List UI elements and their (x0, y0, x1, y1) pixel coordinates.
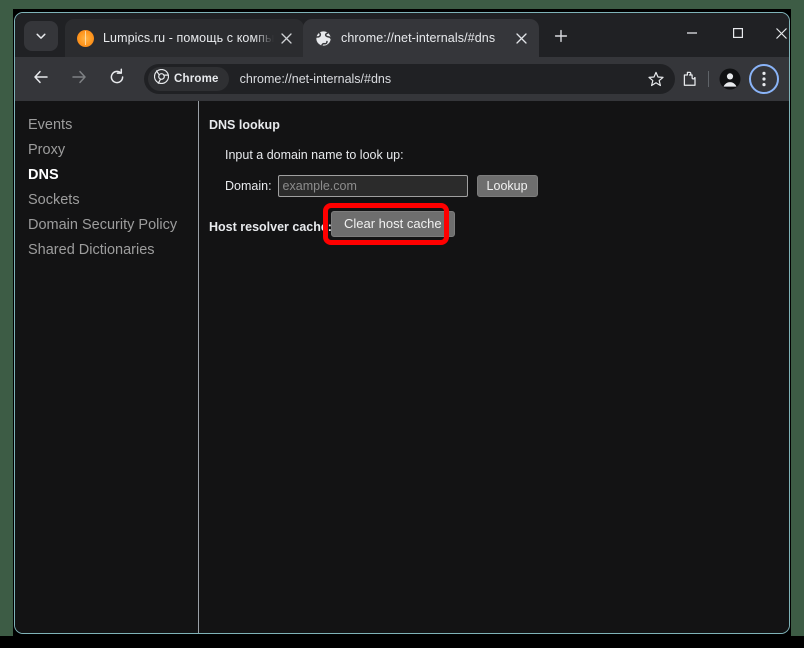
toolbar-right-cluster (681, 64, 789, 94)
tab-strip: Lumpics.ru - помощь с компьютером (15, 13, 789, 57)
desktop-strip-left (0, 9, 13, 636)
host-resolver-cache-label: Host resolver cache: (209, 220, 332, 234)
tab-title: chrome://net-internals/#dns (341, 31, 496, 45)
sidebar-item-events[interactable]: Events (28, 113, 198, 138)
tab-title: Lumpics.ru - помощь с компьютером (103, 31, 274, 45)
desktop-strip-top (0, 0, 804, 9)
extensions-puzzle-icon[interactable] (681, 70, 699, 88)
plus-icon (554, 29, 568, 48)
browser-window: Lumpics.ru - помощь с компьютером (14, 12, 790, 634)
dns-panel: DNS lookup Input a domain name to look u… (199, 101, 789, 633)
close-button[interactable] (759, 17, 789, 49)
sidebar-item-sockets[interactable]: Sockets (28, 188, 198, 213)
tab-search-button[interactable] (24, 21, 58, 51)
chrome-logo-icon (153, 68, 170, 89)
account-avatar-icon[interactable] (716, 65, 744, 93)
domain-label: Domain: (225, 179, 272, 193)
chrome-origin-chip[interactable]: Chrome (148, 67, 229, 91)
page-content: Events Proxy DNS Sockets Domain Security… (15, 101, 789, 633)
browser-toolbar: Chrome chrome://net-internals/#dns (15, 57, 789, 101)
domain-lookup-row: Domain: Lookup (225, 175, 789, 197)
arrow-right-icon (70, 68, 88, 91)
chrome-chip-label: Chrome (174, 73, 219, 85)
address-bar[interactable]: Chrome chrome://net-internals/#dns (144, 64, 675, 94)
desktop-backdrop: Lumpics.ru - помощь с компьютером (0, 0, 804, 648)
domain-input[interactable] (277, 175, 468, 197)
tab-lumpics[interactable]: Lumpics.ru - помощь с компьютером (65, 19, 304, 57)
desktop-strip-right (791, 9, 804, 636)
forward-button[interactable] (64, 64, 94, 94)
page-title: DNS lookup (209, 118, 280, 132)
maximize-button[interactable] (715, 17, 760, 49)
input-prompt-label: Input a domain name to look up: (225, 148, 404, 162)
reload-icon (108, 67, 126, 91)
toolbar-separator (708, 71, 709, 87)
sidebar-item-domain-security-policy[interactable]: Domain Security Policy (28, 213, 198, 238)
new-tab-button[interactable] (547, 24, 575, 52)
tab-close-icon[interactable] (509, 26, 533, 50)
tab-close-icon[interactable] (274, 26, 298, 50)
orange-slice-icon (77, 29, 94, 47)
lookup-button[interactable]: Lookup (476, 175, 538, 197)
sidebar-item-proxy[interactable]: Proxy (28, 138, 198, 163)
arrow-left-icon (32, 68, 50, 91)
globe-icon (315, 29, 332, 47)
address-bar-url: chrome://net-internals/#dns (239, 72, 392, 86)
host-resolver-cache-row: Host resolver cache: Clear host cache (209, 203, 789, 245)
sidebar-item-shared-dictionaries[interactable]: Shared Dictionaries (28, 238, 198, 263)
back-button[interactable] (26, 64, 56, 94)
minimize-button[interactable] (669, 17, 714, 49)
clear-host-cache-button[interactable]: Clear host cache (331, 211, 455, 237)
tab-net-internals[interactable]: chrome://net-internals/#dns (303, 19, 539, 57)
net-internals-sidebar: Events Proxy DNS Sockets Domain Security… (15, 101, 199, 633)
sidebar-item-dns[interactable]: DNS (28, 163, 198, 188)
bookmark-star-icon[interactable] (643, 66, 669, 92)
three-dot-menu-icon[interactable] (749, 64, 779, 94)
chevron-down-icon (35, 30, 47, 42)
reload-button[interactable] (102, 64, 132, 94)
